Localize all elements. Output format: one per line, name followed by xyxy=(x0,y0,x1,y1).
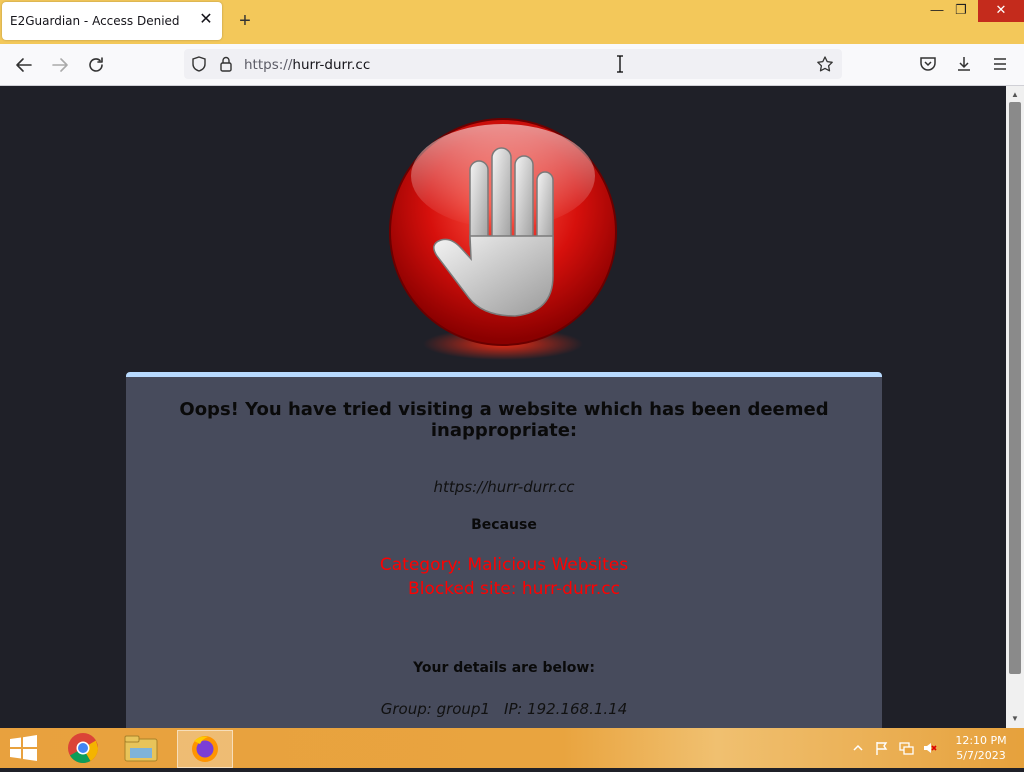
network-icon[interactable] xyxy=(898,740,914,756)
tab-close-button[interactable]: ✕ xyxy=(196,10,216,30)
downloads-icon[interactable] xyxy=(954,54,974,74)
clock-date: 5/7/2023 xyxy=(956,749,1006,762)
user-details: Group: group1 IP: 192.168.1.14 xyxy=(126,700,882,718)
blocked-url: https://hurr-durr.cc xyxy=(433,478,575,496)
reason-blocked-site: Blocked site: hurr-durr.cc xyxy=(408,579,620,599)
scroll-up-icon[interactable]: ▲ xyxy=(1010,90,1020,100)
reload-button[interactable] xyxy=(83,52,109,78)
forward-button[interactable] xyxy=(47,52,73,78)
user-ip: IP: 192.168.1.14 xyxy=(504,700,628,718)
file-explorer-taskbar-button[interactable] xyxy=(114,730,168,766)
user-group: Group: group1 xyxy=(380,700,491,718)
details-heading: Your details are below: xyxy=(413,660,595,676)
reload-icon xyxy=(89,57,103,72)
reason-category: Category: Malicious Websites xyxy=(379,555,629,575)
back-arrow-icon xyxy=(16,58,32,72)
forward-arrow-icon xyxy=(52,58,68,72)
show-hidden-icons-icon[interactable] xyxy=(850,740,866,756)
page-content: Oops! You have tried visiting a website … xyxy=(0,86,1006,728)
windows-taskbar: 12:10 PM 5/7/2023 xyxy=(0,728,1024,768)
denied-heading: Oops! You have tried visiting a website … xyxy=(179,399,829,441)
lock-icon[interactable] xyxy=(217,55,235,73)
menu-hamburger-icon[interactable] xyxy=(990,54,1010,74)
text-cursor-icon xyxy=(615,55,625,73)
browser-titlebar: E2Guardian - Access Denied ✕ + — ❐ ✕ xyxy=(0,0,1024,44)
url-text[interactable]: https://hurr-durr.cc xyxy=(244,57,370,73)
firefox-icon xyxy=(192,736,218,762)
because-label: Because xyxy=(471,517,537,533)
firefox-taskbar-button[interactable] xyxy=(177,730,233,768)
url-host: hurr-durr.cc xyxy=(292,57,371,73)
start-button[interactable] xyxy=(0,730,46,766)
url-scheme: https:// xyxy=(244,57,293,73)
new-tab-button[interactable]: + xyxy=(234,10,256,32)
tab-access-denied[interactable]: E2Guardian - Access Denied ✕ xyxy=(2,2,222,40)
chrome-icon xyxy=(68,733,98,764)
address-bar[interactable]: https://hurr-durr.cc xyxy=(184,49,842,79)
tab-title: E2Guardian - Access Denied xyxy=(10,14,180,28)
volume-muted-icon[interactable] xyxy=(922,740,938,756)
navigation-toolbar: https://hurr-durr.cc xyxy=(0,44,1024,86)
pocket-icon[interactable] xyxy=(918,54,938,74)
stop-hand-icon xyxy=(389,118,617,360)
tracking-shield-icon[interactable] xyxy=(190,55,208,73)
window-restore-button[interactable]: ❐ xyxy=(944,0,978,22)
access-denied-panel: Oops! You have tried visiting a website … xyxy=(126,372,882,728)
window-close-button[interactable]: ✕ xyxy=(978,0,1024,22)
scrollbar-thumb[interactable] xyxy=(1009,102,1021,674)
chrome-taskbar-button[interactable] xyxy=(56,730,110,766)
clock-time: 12:10 PM xyxy=(955,734,1007,747)
bookmark-star-icon[interactable] xyxy=(816,55,834,73)
system-clock[interactable]: 12:10 PM 5/7/2023 xyxy=(950,733,1012,763)
action-center-flag-icon[interactable] xyxy=(874,740,890,756)
back-button[interactable] xyxy=(11,52,37,78)
scroll-down-icon[interactable]: ▼ xyxy=(1010,714,1020,724)
windows-logo-icon xyxy=(10,735,37,761)
file-explorer-icon xyxy=(124,735,158,762)
